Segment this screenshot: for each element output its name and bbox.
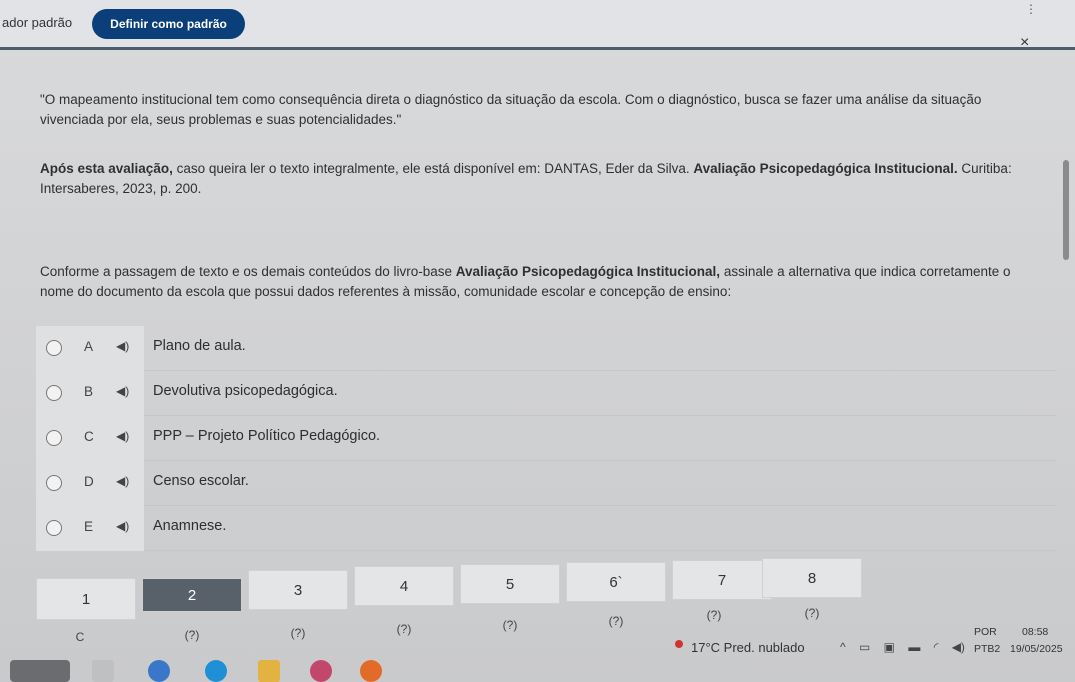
set-default-button[interactable]: Definir como padrão — [92, 9, 245, 39]
status-8: (?) — [804, 606, 820, 620]
option-letter: D — [84, 474, 94, 489]
option-letter: A — [84, 339, 94, 354]
speaker-icon[interactable]: ◀) — [116, 339, 129, 353]
question-4-button[interactable]: 4 — [354, 566, 454, 606]
browser-notification-bar: ador padrão Definir como padrão ⋮ — [0, 0, 1075, 50]
option-d[interactable]: D ◀) Censo escolar. — [36, 461, 1056, 506]
status-5: (?) — [502, 618, 518, 632]
option-letter: E — [84, 519, 94, 534]
speaker-icon[interactable]: ◀) — [116, 384, 129, 398]
question-book-title: Avaliação Psicopedagógica Institucional, — [455, 264, 721, 279]
radio-button[interactable] — [46, 340, 62, 356]
status-3: (?) — [290, 626, 306, 640]
question-6-button[interactable]: 6` — [566, 562, 666, 602]
question-8-button[interactable]: 8 — [762, 558, 862, 598]
question-7-button[interactable]: 7 — [672, 560, 772, 600]
menu-icon[interactable]: ⋮ — [1025, 2, 1037, 16]
widgets-icon[interactable] — [148, 660, 170, 682]
question-content: "O mapeamento institucional tem como con… — [0, 56, 1060, 556]
option-text[interactable]: Anamnese. — [153, 518, 226, 534]
language-indicator[interactable]: POR PTB2 — [974, 624, 1000, 658]
speaker-icon[interactable]: ◀) — [116, 429, 129, 443]
scrollbar-thumb[interactable] — [1063, 160, 1069, 260]
source-lead: Após esta avaliação, — [40, 161, 173, 176]
option-b[interactable]: B ◀) Devolutiva psicopedagógica. — [36, 371, 1056, 416]
radio-button[interactable] — [46, 385, 62, 401]
weather-widget[interactable]: 17°C Pred. nublado — [675, 640, 805, 655]
source-paragraph: Após esta avaliação, caso queira ler o t… — [40, 159, 1040, 199]
status-6: (?) — [608, 614, 624, 628]
source-text: caso queira ler o texto integralmente, e… — [172, 161, 694, 176]
battery-icon[interactable]: ▬ — [908, 640, 920, 654]
opera-icon[interactable] — [360, 660, 382, 682]
app-icon[interactable] — [310, 660, 332, 682]
option-text[interactable]: Devolutiva psicopedagógica. — [153, 383, 338, 399]
task-view-icon[interactable] — [92, 660, 114, 682]
language-code: POR — [974, 626, 997, 638]
speaker-icon[interactable]: ◀) — [116, 474, 129, 488]
option-a[interactable]: A ◀) Plano de aula. — [36, 326, 1056, 371]
source-title: Avaliação Psicopedagógica Institucional. — [693, 161, 958, 176]
search-icon[interactable] — [10, 660, 70, 682]
option-c[interactable]: C ◀) PPP – Projeto Político Pedagógico. — [36, 416, 1056, 461]
question-status-row: C (?) (?) (?) (?) (?) (?) (?) — [36, 604, 856, 644]
question-start: Conforme a passagem de texto e os demais… — [40, 264, 456, 279]
volume-icon[interactable]: ◀) — [952, 640, 965, 654]
close-icon[interactable]: × — [1020, 34, 1029, 52]
radio-button[interactable] — [46, 520, 62, 536]
clock-time: 08:58 — [1022, 626, 1049, 638]
option-letter: C — [84, 429, 94, 444]
speaker-icon[interactable]: ◀) — [116, 519, 129, 533]
option-text[interactable]: Censo escolar. — [153, 473, 249, 489]
camera-icon[interactable]: ▣ — [884, 640, 895, 654]
radio-button[interactable] — [46, 475, 62, 491]
default-browser-label: ador padrão — [2, 15, 73, 30]
option-e[interactable]: E ◀) Anamnese. — [36, 506, 1056, 551]
status-7: (?) — [706, 608, 722, 622]
option-letter: B — [84, 384, 94, 399]
alert-dot-icon — [675, 640, 683, 648]
option-text[interactable]: Plano de aula. — [153, 338, 246, 354]
edge-icon[interactable] — [205, 660, 227, 682]
question-paragraph: Conforme a passagem de texto e os demais… — [40, 262, 1040, 302]
option-text[interactable]: PPP – Projeto Político Pedagógico. — [153, 428, 380, 444]
chevron-up-icon[interactable]: ^ — [840, 640, 846, 654]
question-navigator: 1 2 3 4 5 6` 7 8 — [36, 558, 862, 620]
weather-text: 17°C Pred. nublado — [691, 640, 805, 655]
taskbar-clock[interactable]: 08:58 19/05/2025 — [1010, 624, 1063, 658]
taskbar-apps — [0, 656, 1075, 682]
radio-button[interactable] — [46, 430, 62, 446]
status-2: (?) — [184, 628, 200, 642]
status-1: C — [75, 630, 85, 644]
question-5-button[interactable]: 5 — [460, 564, 560, 604]
file-explorer-icon[interactable] — [258, 660, 280, 682]
wifi-icon[interactable]: ◜ — [934, 640, 939, 654]
display-icon[interactable]: ▭ — [859, 640, 870, 654]
status-4: (?) — [396, 622, 412, 636]
system-tray: ^ ▭ ▣ ▬ ◜ ◀) — [840, 640, 975, 654]
quote-paragraph: "O mapeamento institucional tem como con… — [40, 92, 982, 127]
answer-options: A ◀) Plano de aula. B ◀) Devolutiva psic… — [36, 326, 1056, 551]
